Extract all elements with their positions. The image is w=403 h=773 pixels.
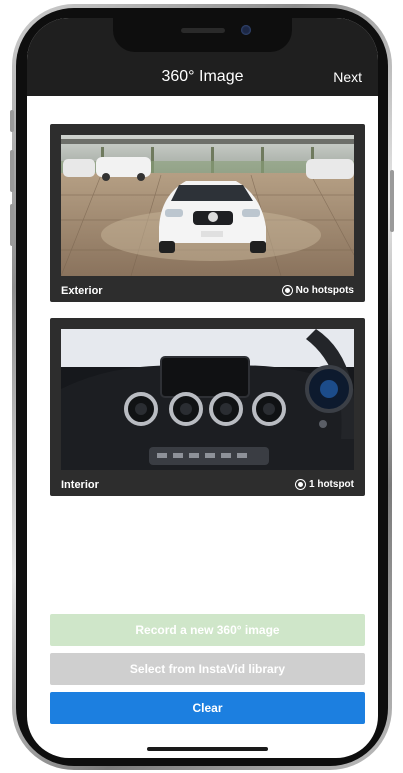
exterior-photo xyxy=(61,135,354,276)
radio-indicator-icon xyxy=(296,480,305,489)
clear-button[interactable]: Clear xyxy=(50,692,365,724)
interior-photo xyxy=(61,329,354,470)
next-button[interactable]: Next xyxy=(333,69,362,85)
radio-indicator-icon xyxy=(282,286,292,295)
home-indicator[interactable] xyxy=(147,747,268,751)
power-button xyxy=(390,170,394,232)
app-screen: 360° Image Next Exterior No hotspots Int… xyxy=(27,18,378,758)
hotspot-count-label: 1 hotspot xyxy=(309,479,354,490)
hotspot-status-interior: 1 hotspot xyxy=(296,479,354,490)
hotspot-status-exterior: No hotspots xyxy=(282,285,354,296)
card-label-interior: Interior xyxy=(61,479,99,491)
front-camera-icon xyxy=(241,25,251,35)
interior-image-card[interactable]: Interior 1 hotspot xyxy=(50,318,365,496)
notch xyxy=(113,18,292,52)
volume-up-button xyxy=(10,150,14,192)
select-from-library-button[interactable]: Select from InstaVid library xyxy=(50,653,365,685)
record-new-360-button[interactable]: Record a new 360° image xyxy=(50,614,365,646)
speaker-grille xyxy=(181,28,225,33)
mute-switch xyxy=(10,110,14,132)
volume-down-button xyxy=(10,204,14,246)
card-label-exterior: Exterior xyxy=(61,285,103,297)
page-title: 360° Image xyxy=(161,68,244,85)
hotspot-count-label: No hotspots xyxy=(295,285,354,296)
exterior-image-card[interactable]: Exterior No hotspots xyxy=(50,124,365,302)
